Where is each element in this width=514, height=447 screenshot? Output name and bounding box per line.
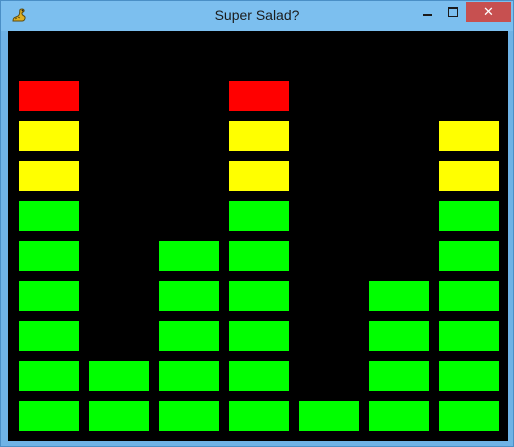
block-col6-row4 <box>369 281 429 311</box>
block-col1-row4 <box>19 281 79 311</box>
block-col1-row3 <box>19 321 79 351</box>
block-col2-row1 <box>89 401 149 431</box>
block-col1-row7 <box>19 161 79 191</box>
maximize-button[interactable] <box>440 2 466 22</box>
game-canvas[interactable] <box>8 31 508 441</box>
block-col6-row3 <box>369 321 429 351</box>
block-col3-row5 <box>159 241 219 271</box>
block-col4-row5 <box>229 241 289 271</box>
block-col6-row2 <box>369 361 429 391</box>
maximize-icon <box>448 7 458 17</box>
block-col7-row5 <box>439 241 499 271</box>
block-col3-row2 <box>159 361 219 391</box>
block-col4-row7 <box>229 161 289 191</box>
block-col1-row6 <box>19 201 79 231</box>
block-col1-row1 <box>19 401 79 431</box>
block-col7-row8 <box>439 121 499 151</box>
minimize-button[interactable] <box>414 2 440 22</box>
block-col5-row1 <box>299 401 359 431</box>
block-col6-row1 <box>369 401 429 431</box>
block-col1-row9 <box>19 81 79 111</box>
block-col4-row4 <box>229 281 289 311</box>
level-meter <box>8 31 508 441</box>
close-icon: ✕ <box>483 4 494 20</box>
block-col4-row6 <box>229 201 289 231</box>
block-col1-row8 <box>19 121 79 151</box>
block-col7-row7 <box>439 161 499 191</box>
block-col4-row3 <box>229 321 289 351</box>
close-button[interactable]: ✕ <box>466 2 511 22</box>
block-col7-row2 <box>439 361 499 391</box>
block-col2-row2 <box>89 361 149 391</box>
block-col4-row2 <box>229 361 289 391</box>
title-bar[interactable]: Super Salad? ✕ <box>1 1 513 31</box>
block-col7-row1 <box>439 401 499 431</box>
block-col3-row4 <box>159 281 219 311</box>
block-col3-row1 <box>159 401 219 431</box>
block-col1-row5 <box>19 241 79 271</box>
block-col7-row4 <box>439 281 499 311</box>
block-col4-row8 <box>229 121 289 151</box>
block-col1-row2 <box>19 361 79 391</box>
block-col7-row6 <box>439 201 499 231</box>
minimize-icon <box>422 14 432 16</box>
block-col7-row3 <box>439 321 499 351</box>
app-window: Super Salad? ✕ <box>0 0 514 447</box>
block-col3-row3 <box>159 321 219 351</box>
block-col4-row9 <box>229 81 289 111</box>
block-col4-row1 <box>229 401 289 431</box>
